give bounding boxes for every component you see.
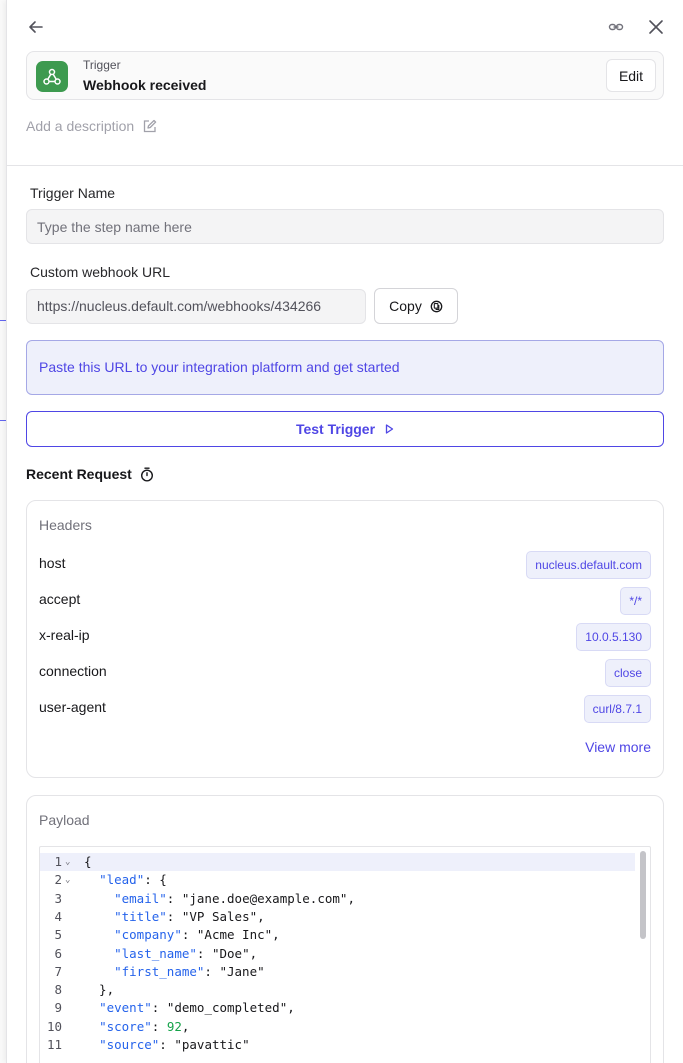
line-number: 9 [54,1000,62,1016]
code-line: 1 ⌄ { [40,853,635,872]
trigger-summary-card: Trigger Webhook received Edit [26,51,664,100]
headers-title: Headers [39,517,92,533]
add-description[interactable]: Add a description [26,118,157,134]
code-line: 7 "first_name": "Jane" [40,963,635,981]
code-text: "email": "jane.doe@example.com", [114,890,355,906]
copy-label: Copy [389,298,422,314]
edit-button[interactable]: Edit [606,59,656,92]
code-line: 2 ⌄ "lead": { [40,871,635,889]
header-row: user-agent curl/8.7.1 [39,693,651,723]
header-value: nucleus.default.com [526,551,651,579]
header-row: x-real-ip 10.0.5.130 [39,621,651,651]
copy-button[interactable]: Copy [374,288,458,324]
header-value: 10.0.5.130 [576,623,651,651]
line-number: 1 [54,854,62,869]
header-row: host nucleus.default.com [39,549,651,579]
code-line: 3 "email": "jane.doe@example.com", [40,890,635,908]
code-text: "title": "VP Sales", [114,908,265,924]
webhook-info-banner: Paste this URL to your integration platf… [26,340,664,395]
play-icon [385,424,394,434]
payload-card: Payload 1 ⌄{2 ⌄ "lead": {3 "email": "jane.… [26,795,664,1063]
line-number: 3 [54,890,62,906]
code-scrollbar[interactable] [640,851,646,939]
fold-chevron-icon[interactable]: ⌄ [65,871,70,889]
recent-request-heading: Recent Request [26,466,154,482]
copy-icon [430,300,443,312]
edit-icon [144,119,157,132]
trigger-name-label: Trigger Name [30,185,116,201]
test-trigger-label: Test Trigger [295,421,376,437]
code-line: 11 "source": "pavattic" [40,1036,635,1054]
fold-chevron-icon[interactable]: ⌄ [65,853,70,871]
code-text: "score": 92, [99,1018,190,1034]
header-value: */* [620,587,651,615]
webhook-url-label: Custom webhook URL [30,264,171,280]
payload-title: Payload [39,812,90,828]
webhook-url-field[interactable]: https://nucleus.default.com/webhooks/434… [26,289,366,324]
header-value: close [604,659,651,687]
header-key: host [39,555,66,571]
trigger-title: Webhook received [83,77,207,93]
header-key: connection [39,663,107,679]
view-more-link[interactable]: View more [585,739,651,755]
code-text: "company": "Acme Inc", [114,927,280,943]
code-line: 5 "company": "Acme Inc", [40,926,635,944]
code-text: "event": "demo_completed", [99,1000,295,1016]
line-number: 2 [54,872,62,888]
recent-request-title: Recent Request [26,466,132,482]
webhook-icon [36,61,68,92]
trigger-kind-label: Trigger [83,58,121,72]
line-number: 11 [46,1037,62,1052]
test-trigger-button[interactable]: Test Trigger [26,411,664,447]
header-row: accept */* [39,585,651,615]
code-text: "source": "pavattic" [99,1037,250,1052]
trigger-name-input[interactable] [26,209,664,244]
close-icon[interactable] [643,14,669,40]
code-text: { [84,854,92,869]
line-number: 8 [54,982,62,998]
code-text: "lead": { [99,872,167,888]
line-number: 4 [54,908,62,924]
code-line: 9 "event": "demo_completed", [40,999,635,1017]
code-line: 8 }, [40,981,635,999]
code-line: 10 "score": 92, [40,1018,635,1036]
payload-code-editor[interactable]: 1 ⌄{2 ⌄ "lead": {3 "email": "jane.doe@exam… [39,846,651,1063]
back-arrow-icon[interactable] [23,14,49,40]
header-key: user-agent [39,699,106,715]
code-line: 6 "last_name": "Doe", [40,945,635,963]
description-placeholder: Add a description [26,118,135,134]
line-number: 10 [46,1018,62,1034]
panel-header [7,0,683,52]
link-icon[interactable] [603,14,629,40]
header-key: accept [39,591,81,607]
header-value: curl/8.7.1 [583,695,651,723]
header-key: x-real-ip [39,627,90,643]
timer-icon [140,467,153,482]
code-line: 4 "title": "VP Sales", [40,908,635,926]
header-divider [7,165,683,166]
line-number: 5 [54,927,62,943]
line-number: 6 [54,945,62,961]
trigger-side-panel: Trigger Webhook received Edit Add a desc… [6,0,683,1063]
code-text: }, [84,982,115,998]
header-row: connection close [39,657,651,687]
line-number: 7 [54,963,62,979]
code-text: "first_name": "Jane" [114,963,265,979]
code-text: "last_name": "Doe", [114,945,258,961]
headers-card: Headers host nucleus.default.com accept … [26,500,664,778]
